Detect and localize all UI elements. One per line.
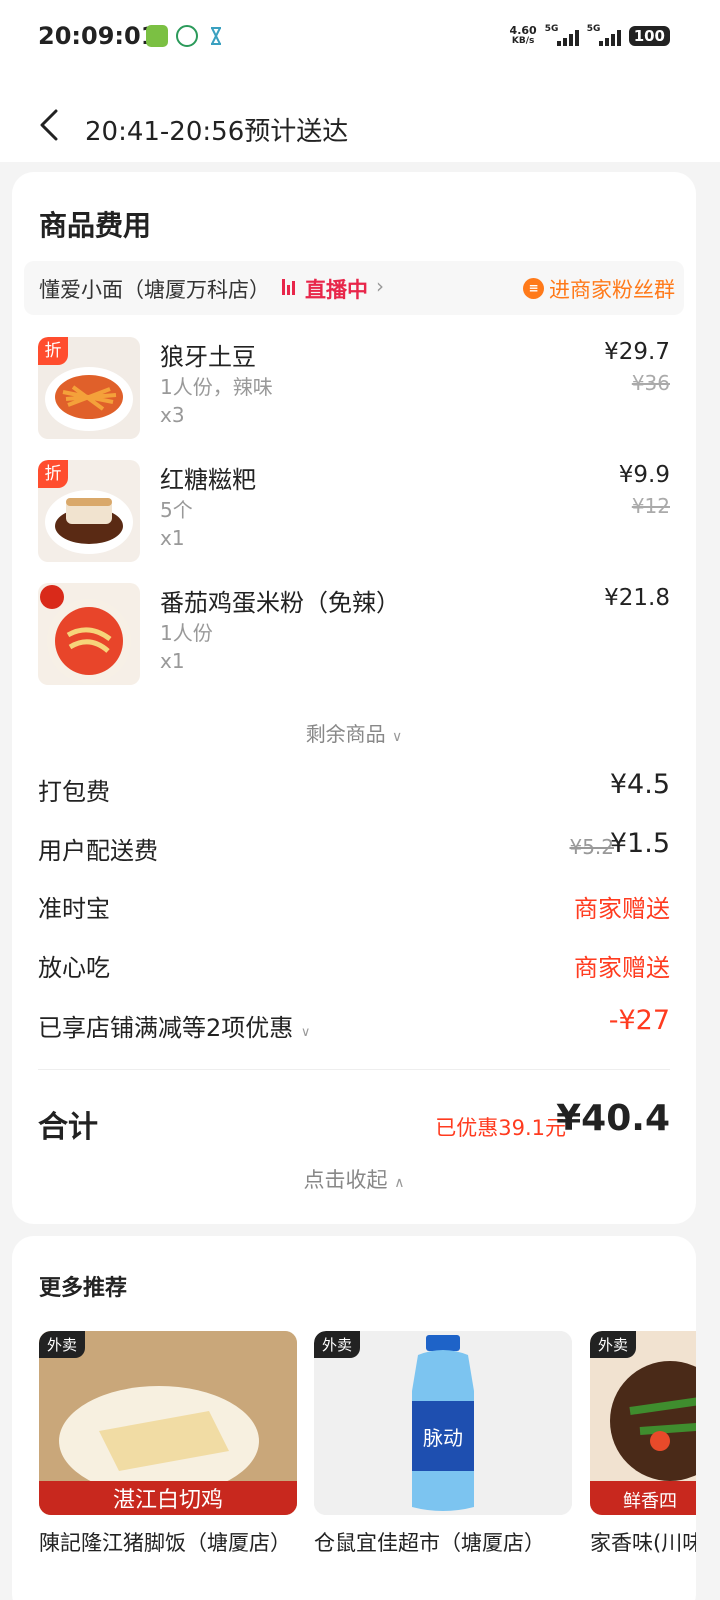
item-spec: 1人份，辣味 [160, 375, 273, 399]
total-label: 合计 [38, 1110, 98, 1145]
total-saved: 已优惠39.1元 [435, 1116, 566, 1140]
item-spec: 5个 [160, 498, 193, 522]
takeout-tag: 外卖 [39, 1331, 86, 1358]
takeout-tag: 外卖 [590, 1331, 637, 1358]
item-spec: 1人份 [160, 621, 213, 645]
notes-app-icon [146, 25, 168, 47]
fee-value: 商家赠送 [574, 954, 670, 982]
store-name[interactable]: 懂爱小面（塘厦万科店） [39, 274, 270, 304]
live-bars-icon [282, 279, 295, 295]
total-amount: ¥40.4 [556, 1098, 670, 1139]
fee-label: 用户配送费 [38, 837, 158, 865]
fee-row-ontime: 准时宝 商家赠送 [38, 889, 670, 929]
live-label[interactable]: 直播中 [305, 274, 368, 304]
item-price: ¥21.8 [604, 585, 670, 611]
hourglass-icon [205, 25, 227, 47]
item-price: ¥29.7 [604, 339, 670, 365]
page-title: 20:41-20:56预计送达 [85, 117, 349, 147]
fee-value: ¥4.5 [609, 769, 670, 800]
fee-value: -¥27 [608, 1005, 670, 1036]
net-speed: 4.60 KB/s [509, 24, 537, 46]
item-price: ¥9.9 [618, 462, 670, 488]
list-item[interactable]: 番茄鸡蛋米粉（免辣） 1人份 x1 ¥21.8 [38, 583, 670, 687]
fee-row-packaging: 打包费 ¥4.5 [38, 769, 670, 812]
section-title: 更多推荐 [39, 1276, 128, 1301]
fee-label: 放心吃 [38, 954, 110, 982]
divider [38, 1069, 670, 1070]
fee-label: 准时宝 [38, 895, 110, 923]
item-qty: x1 [160, 526, 185, 550]
recommend-card: 更多推荐 湛江白切鸡 外卖 陳記隆江猪脚饭（塘厦店） 脉动 外卖 仓鼠宜佳超市（… [12, 1236, 696, 1600]
fee-row-discount[interactable]: 已享店铺满减等2项优惠 ∨ -¥27 [38, 1005, 670, 1048]
recommend-image-text: 鲜香四 [623, 1491, 677, 1512]
item-name: 红糖糍粑 [160, 466, 256, 494]
list-item[interactable]: 折 红糖糍粑 5个 x1 ¥9.9 ¥12 [38, 460, 670, 564]
app-status-icon [176, 25, 198, 47]
item-original-price: ¥12 [631, 494, 670, 518]
recommend-item[interactable]: 脉动 外卖 仓鼠宜佳超市（塘厦店） [314, 1331, 572, 1557]
fee-label: 打包费 [38, 778, 110, 806]
item-qty: x1 [160, 649, 185, 673]
discount-badge: 折 [38, 460, 68, 488]
recommend-name[interactable]: 仓鼠宜佳超市（塘厦店） [314, 1527, 572, 1557]
remaining-items-toggle[interactable]: 剩余商品 ∨ [12, 718, 696, 747]
recommend-image: 脉动 外卖 [314, 1331, 572, 1515]
section-title: 商品费用 [39, 209, 152, 242]
status-time: 20:09:01 [38, 22, 158, 50]
chat-icon: ≡ [523, 278, 544, 299]
fee-value: 商家赠送 [574, 895, 670, 923]
recommend-image: 鲜香四 外卖 [590, 1331, 696, 1515]
item-original-price: ¥36 [631, 371, 670, 395]
back-arrow-icon[interactable] [36, 108, 62, 142]
list-item[interactable]: 折 狼牙土豆 1人份，辣味 x3 ¥29.7 ¥36 [38, 337, 670, 441]
discount-badge: 折 [38, 337, 68, 365]
takeout-tag: 外卖 [314, 1331, 361, 1358]
item-qty: x3 [160, 403, 185, 427]
chevron-down-icon: ∨ [300, 1025, 311, 1040]
item-image: 折 [38, 337, 140, 439]
recommend-item[interactable]: 湛江白切鸡 外卖 陳記隆江猪脚饭（塘厦店） [39, 1331, 297, 1557]
fans-group-link[interactable]: 进商家粉丝群 [549, 274, 675, 304]
recommend-image: 湛江白切鸡 外卖 [39, 1331, 297, 1515]
fee-value: ¥1.5 [609, 828, 670, 859]
recommend-item[interactable]: 鲜香四 外卖 家香味(川味 [590, 1331, 696, 1557]
item-image: 折 [38, 460, 140, 562]
battery-icon: 100 [628, 26, 670, 46]
item-name: 番茄鸡蛋米粉（免辣） [160, 589, 400, 617]
chevron-down-icon: ∨ [392, 729, 403, 745]
recommend-name[interactable]: 陳記隆江猪脚饭（塘厦店） [39, 1527, 297, 1557]
chevron-up-icon: ∧ [394, 1175, 405, 1191]
fee-label[interactable]: 已享店铺满减等2项优惠 ∨ [38, 1008, 310, 1043]
signal-icon: 5G [587, 24, 621, 48]
recommend-name[interactable]: 家香味(川味 [590, 1527, 696, 1557]
item-name: 狼牙土豆 [160, 343, 256, 371]
signal-icon: 5G [545, 24, 579, 48]
status-bar: 20:09:01 4.60 KB/s 5G 5G 100 [0, 0, 720, 76]
item-image [38, 583, 140, 685]
collapse-toggle[interactable]: 点击收起 ∧ [12, 1164, 696, 1194]
recommend-image-text: 脉动 [423, 1426, 463, 1450]
fee-row-delivery: 用户配送费 ¥5.2 ¥1.5 [38, 828, 670, 871]
page-header: 20:41-20:56预计送达 [0, 76, 720, 162]
fees-card: 商品费用 懂爱小面（塘厦万科店） 直播中 › ≡ 进商家粉丝群 折 狼牙土豆 1… [12, 172, 696, 1224]
store-bar[interactable]: 懂爱小面（塘厦万科店） 直播中 › ≡ 进商家粉丝群 [24, 261, 684, 315]
chevron-right-icon: › [376, 274, 384, 298]
fee-original: ¥5.2 [569, 835, 614, 859]
fee-row-safe: 放心吃 商家赠送 [38, 948, 670, 988]
recommend-image-text: 湛江白切鸡 [113, 1488, 223, 1513]
